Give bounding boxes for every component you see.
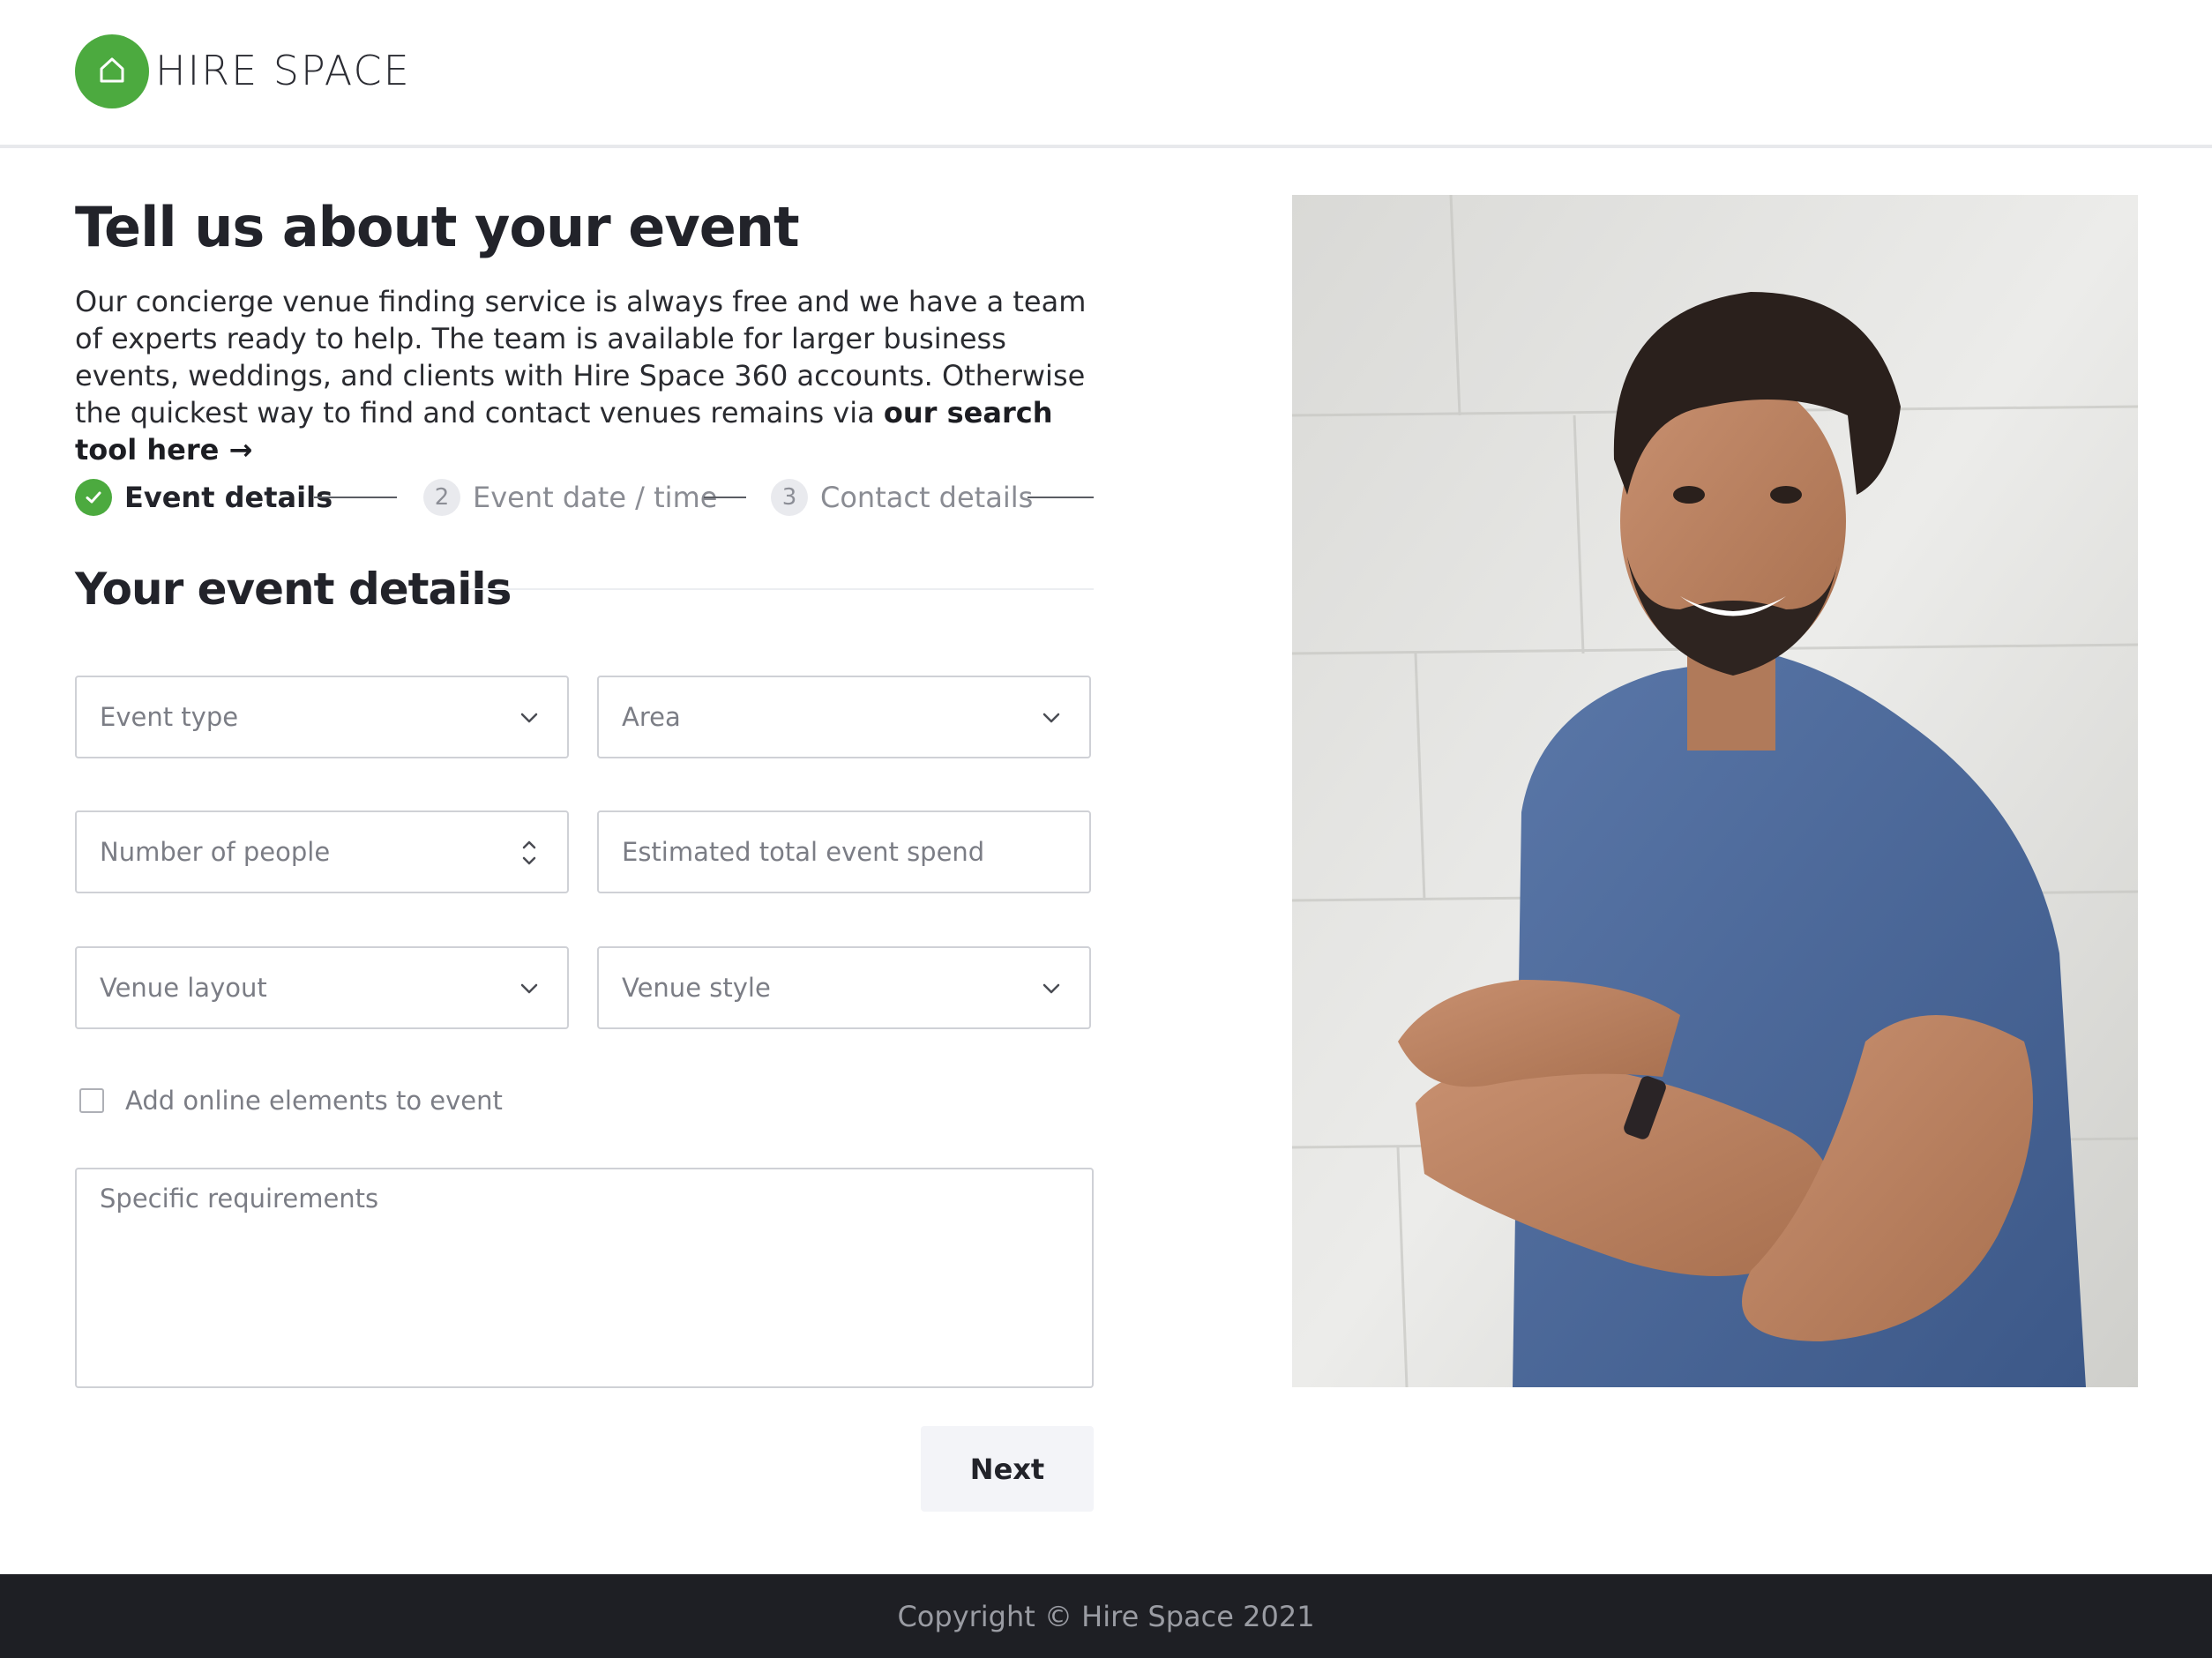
step-number: 3 bbox=[771, 479, 808, 516]
intro-paragraph: Our concierge venue finding service is a… bbox=[75, 283, 1098, 468]
event-type-select[interactable]: Event type bbox=[75, 676, 569, 758]
copyright-text: Copyright © Hire Space 2021 bbox=[897, 1599, 1315, 1633]
venue-style-select[interactable]: Venue style bbox=[597, 946, 1091, 1029]
step-event-details[interactable]: Event details bbox=[75, 477, 333, 518]
specific-requirements-placeholder: Specific requirements bbox=[100, 1184, 379, 1214]
venue-style-placeholder: Venue style bbox=[622, 973, 771, 1003]
online-elements-label[interactable]: Add online elements to event bbox=[125, 1086, 503, 1116]
step-divider bbox=[1028, 497, 1094, 498]
chevron-down-icon bbox=[1042, 713, 1060, 723]
step-divider bbox=[704, 497, 746, 498]
step-label: Event date / time bbox=[473, 481, 718, 514]
next-button[interactable]: Next bbox=[921, 1426, 1094, 1512]
number-of-people-stepper[interactable]: Number of people bbox=[75, 810, 569, 893]
area-select[interactable]: Area bbox=[597, 676, 1091, 758]
specific-requirements-textarea[interactable]: Specific requirements bbox=[75, 1168, 1094, 1388]
area-placeholder: Area bbox=[622, 702, 681, 732]
chevron-down-icon bbox=[520, 983, 538, 994]
step-event-date-time[interactable]: 2 Event date / time bbox=[423, 477, 717, 518]
step-contact-details[interactable]: 3 Contact details bbox=[771, 477, 1033, 518]
number-of-people-placeholder: Number of people bbox=[100, 837, 331, 867]
online-elements-option[interactable]: Add online elements to event bbox=[79, 1085, 503, 1117]
step-label: Contact details bbox=[820, 481, 1034, 514]
house-icon bbox=[100, 57, 124, 83]
estimated-spend-input[interactable]: Estimated total event spend bbox=[597, 810, 1091, 893]
logo-wordmark[interactable]: HIRE SPACE bbox=[155, 46, 411, 95]
site-header: HIRE SPACE bbox=[0, 0, 2212, 148]
section-title: Your event details bbox=[75, 564, 512, 615]
section-divider bbox=[469, 588, 1094, 590]
step-number: 2 bbox=[423, 479, 460, 516]
step-complete-check-icon bbox=[75, 479, 112, 516]
chevron-down-icon bbox=[520, 713, 538, 723]
step-divider bbox=[314, 497, 397, 498]
event-type-placeholder: Event type bbox=[100, 702, 239, 732]
site-footer: Copyright © Hire Space 2021 bbox=[0, 1574, 2212, 1658]
venue-layout-placeholder: Venue layout bbox=[100, 973, 267, 1003]
step-label: Event details bbox=[124, 481, 333, 514]
venue-layout-select[interactable]: Venue layout bbox=[75, 946, 569, 1029]
chevron-down-icon bbox=[1042, 983, 1060, 994]
progress-steps: Event details 2 Event date / time 3 Cont… bbox=[75, 477, 1096, 518]
page-title: Tell us about your event bbox=[75, 195, 800, 259]
up-down-arrows-icon[interactable] bbox=[518, 835, 541, 870]
estimated-spend-placeholder: Estimated total event spend bbox=[622, 837, 985, 867]
online-elements-checkbox[interactable] bbox=[79, 1088, 104, 1113]
hero-photo bbox=[1292, 195, 2138, 1387]
logo-mark[interactable] bbox=[75, 34, 149, 108]
